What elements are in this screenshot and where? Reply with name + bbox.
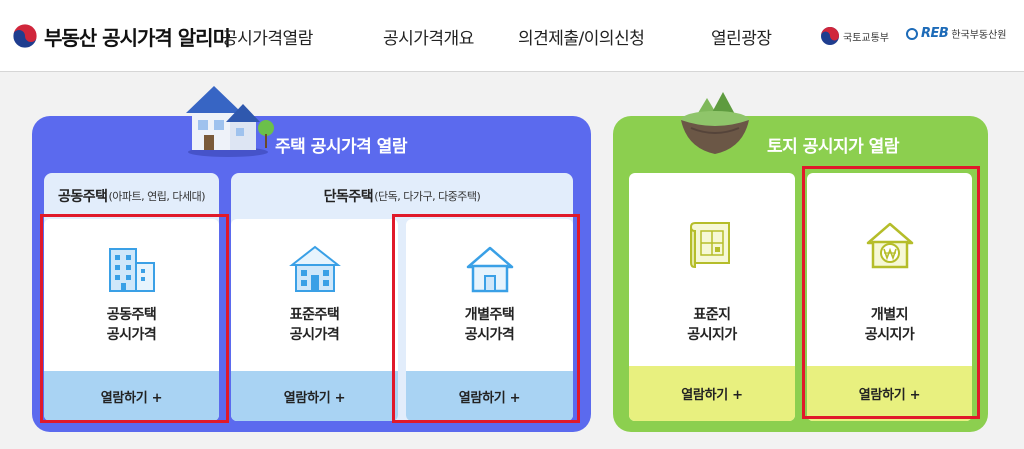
reb-label: 한국부동산원	[951, 30, 1007, 41]
apartment-group-header: 공동주택 (아파트, 연립, 다세대)	[44, 173, 219, 219]
site-logo[interactable]: 부동산 공시가격 알리미	[12, 18, 231, 54]
reb-logo[interactable]: REB 한국부동산원	[906, 26, 1007, 41]
reb-mark: REB	[921, 26, 949, 41]
individual-house-card-label-line1: 개별주택	[464, 307, 515, 323]
apartment-card-label-line2: 공시가격	[106, 327, 157, 343]
nav-opinion-objection[interactable]: 의견제출/이의신청	[518, 24, 645, 49]
individual-house-card-label: 개별주택 공시가격	[406, 305, 573, 345]
apartment-view-button[interactable]: 열람하기 +	[44, 371, 219, 421]
individual-house-view-button[interactable]: 열람하기 +	[406, 371, 573, 421]
apartment-group: 공동주택 (아파트, 연립, 다세대) 공동주택 공시가격 열람하기 +	[44, 173, 219, 421]
apartment-group-subtitle: (아파트, 연립, 다세대)	[108, 190, 206, 203]
individual-land-card-label-line1: 개별지	[870, 307, 909, 323]
detached-group-header: 단독주택 (단독, 다가구, 다중주택)	[231, 173, 573, 219]
site-header: 부동산 공시가격 알리미 공시가격열람 공시가격개요 의견제출/이의신청 열린광…	[0, 0, 1024, 72]
standard-land-view-button[interactable]: 열람하기 +	[629, 366, 795, 421]
taegeuk-logo-icon	[12, 23, 38, 49]
apartment-card-label: 공동주택 공시가격	[44, 305, 219, 345]
molit-label: 국토교통부	[843, 32, 889, 44]
detached-group-subtitle: (단독, 다가구, 다중주택)	[374, 190, 481, 203]
reb-swoosh-icon	[906, 27, 918, 40]
house-illustration-icon	[186, 86, 274, 157]
standard-land-price-card[interactable]: 표준지 공시지가 열람하기 +	[629, 173, 795, 421]
land-island-illustration-icon	[681, 92, 749, 154]
won-house-icon	[866, 222, 913, 269]
individual-house-icon	[466, 246, 513, 293]
individual-land-card-label-line2: 공시지가	[864, 327, 915, 343]
land-panel-title: 토지 공시지가 열람	[767, 137, 899, 157]
apartment-building-icon	[108, 248, 155, 292]
detached-group: 단독주택 (단독, 다가구, 다중주택) 표준주택 공시가격 열람하기 + 개별…	[231, 173, 573, 421]
detached-group-title: 단독주택	[323, 189, 374, 205]
nav-price-view[interactable]: 공시가격열람	[222, 24, 313, 49]
nav-price-overview[interactable]: 공시가격개요	[383, 24, 474, 49]
nav-open-square[interactable]: 열린광장	[711, 24, 772, 49]
standard-house-icon	[288, 245, 341, 292]
apartment-card-label-line1: 공동주택	[106, 307, 157, 323]
standard-house-card-label-line1: 표준주택	[289, 307, 340, 323]
individual-land-price-card[interactable]: 개별지 공시지가 열람하기 +	[807, 173, 972, 421]
standard-land-card-label-line2: 공시지가	[687, 327, 737, 343]
standard-land-card-label: 표준지 공시지가	[629, 305, 795, 345]
molit-taegeuk-icon	[821, 27, 839, 45]
apartment-price-card[interactable]: 공동주택 공시가격 열람하기 +	[44, 219, 219, 421]
site-logo-text: 부동산 공시가격 알리미	[44, 25, 231, 50]
land-map-icon	[690, 222, 730, 269]
individual-land-card-label: 개별지 공시지가	[807, 305, 972, 345]
individual-house-card-label-line2: 공시가격	[464, 327, 515, 343]
standard-house-view-button[interactable]: 열람하기 +	[231, 371, 398, 421]
standard-house-card-label-line2: 공시가격	[289, 327, 340, 343]
standard-house-price-card[interactable]: 표준주택 공시가격 열람하기 +	[231, 219, 398, 421]
standard-house-card-label: 표준주택 공시가격	[231, 305, 398, 345]
standard-land-card-label-line1: 표준지	[693, 307, 731, 323]
house-price-panel: 주택 공시가격 열람 공동주택 (아파트, 연립, 다세대) 공동주택 공시가격…	[32, 86, 591, 432]
individual-house-price-card[interactable]: 개별주택 공시가격 열람하기 +	[406, 219, 573, 421]
house-panel-title: 주택 공시가격 열람	[275, 137, 407, 157]
individual-land-view-button[interactable]: 열람하기 +	[807, 366, 972, 421]
land-price-panel: 토지 공시지가 열람 표준지 공시지가 열람하기 + 개별지 공시지가 열람하기	[613, 92, 988, 432]
apartment-group-title: 공동주택	[57, 189, 108, 205]
molit-logo[interactable]: 국토교통부	[820, 26, 889, 46]
